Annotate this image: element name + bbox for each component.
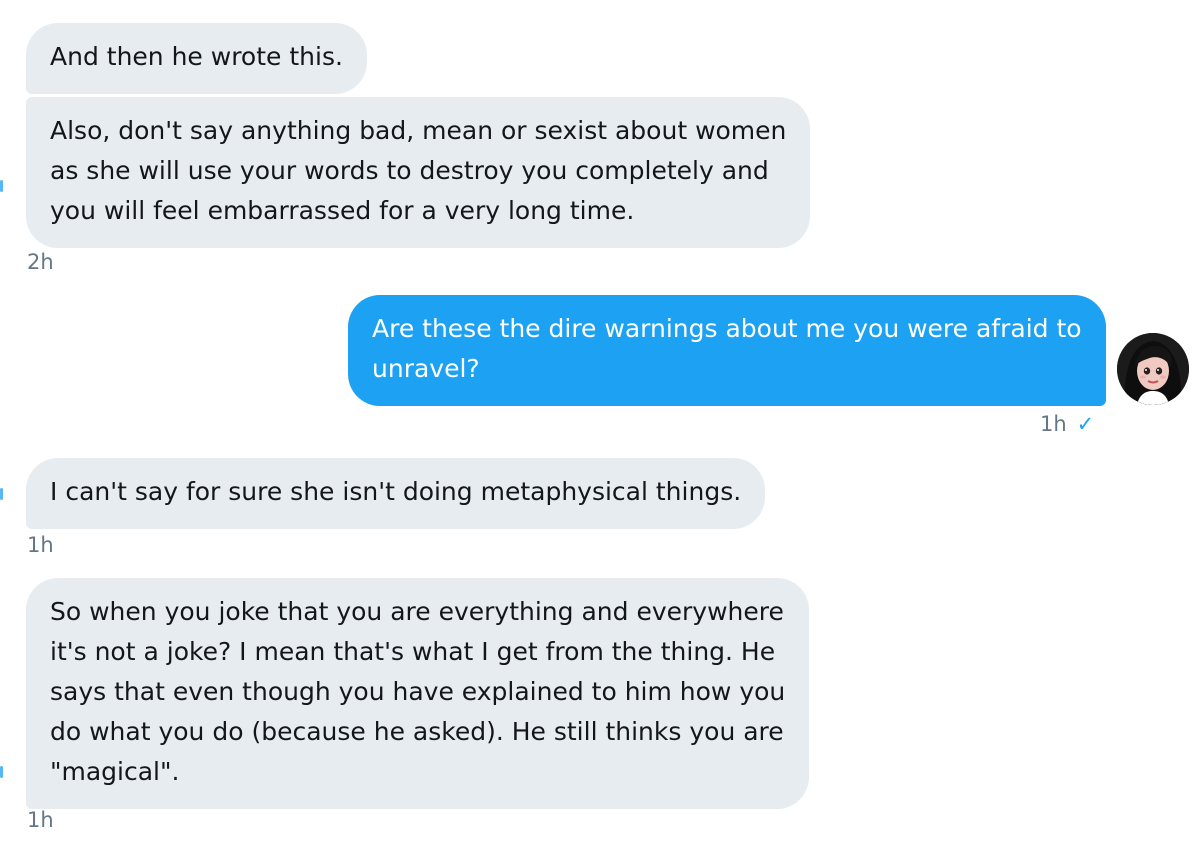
message-text: do what you do (because he asked). He st… [50,717,784,746]
message-text: "magical". [50,757,180,786]
message-timestamp: 2h [27,250,54,274]
message-timestamp: 1h [1040,412,1067,436]
conversation-view: And then he wrote this. Also, don't say … [0,0,1200,842]
sender-avatar-edge [0,766,3,778]
user-avatar[interactable] [1117,333,1189,405]
avatar-image [1117,333,1189,405]
message-text: Also, don't say anything bad, mean or se… [50,116,787,145]
message-timestamp: 1h [27,808,54,832]
message-text: as she will use your words to destroy yo… [50,156,769,185]
incoming-message-bubble[interactable]: I can't say for sure she isn't doing met… [26,458,766,529]
message-text: it's not a joke? I mean that's what I ge… [50,637,776,666]
checkmark-icon: ✓ [1076,412,1095,436]
sender-avatar-edge [0,488,3,500]
message-text: says that even though you have explained… [50,677,786,706]
incoming-message-bubble[interactable]: So when you joke that you are everything… [26,578,810,809]
message-text: And then he wrote this. [50,42,343,71]
message-text: unravel? [372,354,480,383]
sender-avatar-edge [0,180,3,192]
message-text: So when you joke that you are everything… [50,597,784,626]
incoming-message-bubble[interactable]: And then he wrote this. [26,23,367,94]
message-text: you will feel embarrassed for a very lon… [50,196,635,225]
incoming-message-bubble[interactable]: Also, don't say anything bad, mean or se… [26,97,811,248]
message-text: I can't say for sure she isn't doing met… [50,477,742,506]
message-timestamp: 1h [27,533,54,557]
message-text: Are these the dire warnings about me you… [372,314,1082,343]
message-timestamp-row: 1h ✓ [1040,412,1094,436]
outgoing-message-bubble[interactable]: Are these the dire warnings about me you… [348,295,1106,406]
